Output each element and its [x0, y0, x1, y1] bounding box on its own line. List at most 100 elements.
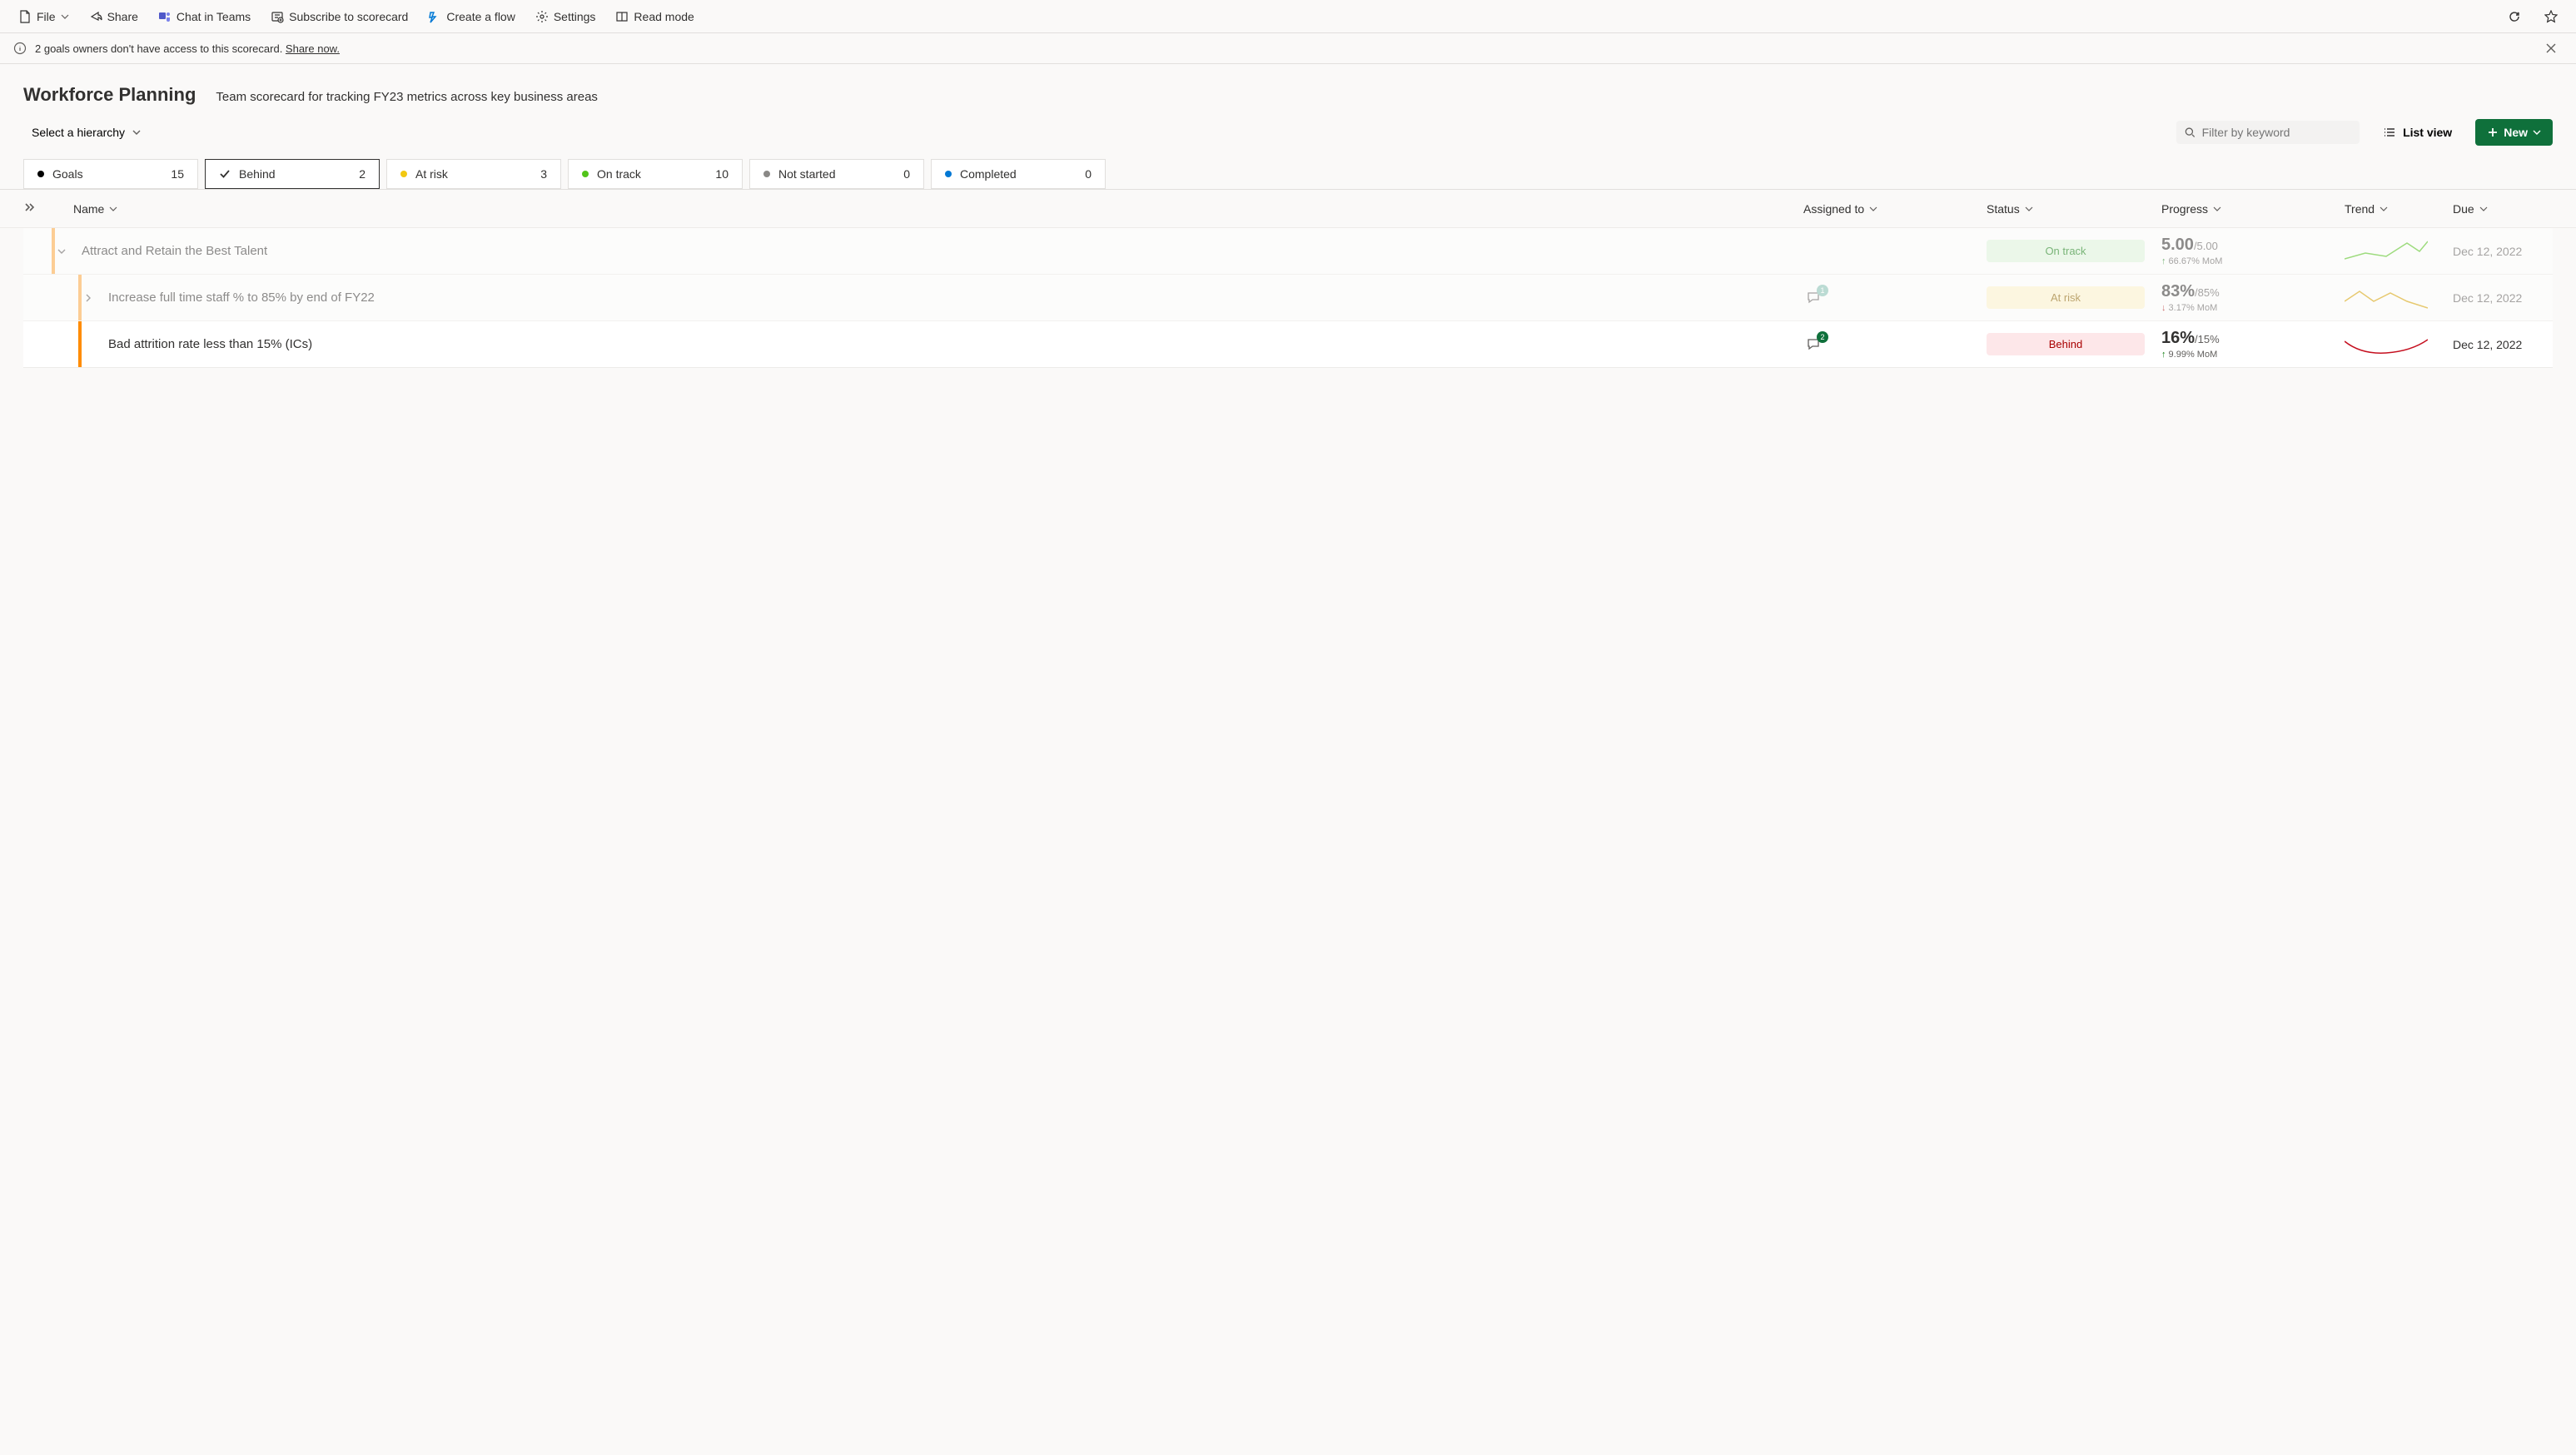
due-date: Dec 12, 2022 — [2453, 338, 2553, 351]
status-tab-at-risk[interactable]: At risk3 — [386, 159, 561, 189]
page-header: Workforce Planning Team scorecard for tr… — [0, 64, 2576, 152]
assigned-column-header[interactable]: Assigned to — [1803, 202, 1877, 216]
progress-value: 16% — [2161, 329, 2195, 347]
comment-badge[interactable]: 1 — [1803, 288, 1823, 308]
arrow-up-icon: ↑ — [2161, 256, 2166, 266]
status-cell: On track — [1987, 240, 2161, 262]
share-now-link[interactable]: Share now. — [286, 42, 340, 55]
page-title: Workforce Planning — [23, 84, 196, 106]
comment-badge[interactable]: 2 — [1803, 335, 1823, 355]
status-tab-on-track[interactable]: On track10 — [568, 159, 743, 189]
chevron-down-icon — [61, 12, 69, 21]
search-box[interactable] — [2176, 121, 2360, 144]
trend-column-header[interactable]: Trend — [2345, 202, 2388, 216]
tab-label: Completed — [960, 167, 1085, 181]
status-dot — [582, 171, 589, 177]
file-menu-button[interactable]: File — [10, 7, 77, 27]
goal-row[interactable]: Bad attrition rate less than 15% (ICs)2B… — [23, 321, 2553, 368]
progress-value: 5.00 — [2161, 236, 2194, 254]
arrow-down-icon: ↓ — [2161, 303, 2166, 313]
tab-label: On track — [597, 167, 715, 181]
progress-cell: 83%/85%↓ 3.17% MoM — [2161, 282, 2345, 313]
status-dot — [945, 171, 952, 177]
tab-label: Goals — [52, 167, 171, 181]
status-tab-behind[interactable]: Behind2 — [205, 159, 380, 189]
check-icon — [219, 168, 231, 180]
progress-target: /5.00 — [2194, 240, 2218, 252]
trend-sparkline — [2345, 331, 2453, 358]
status-pill: At risk — [1987, 286, 2145, 309]
progress-change: ↑ 66.67% MoM — [2161, 256, 2345, 266]
comment-count: 2 — [1817, 331, 1828, 343]
chevron-down-icon — [2533, 128, 2541, 137]
table-header: Name Assigned to Status Progress Trend D… — [0, 190, 2576, 228]
goal-row[interactable]: Attract and Retain the Best Talent On tra… — [23, 228, 2553, 275]
list-view-button[interactable]: List view — [2373, 119, 2462, 146]
read-mode-icon — [615, 10, 629, 23]
goal-name: Increase full time staff % to 85% by end… — [98, 281, 1803, 315]
goal-row[interactable]: Increase full time staff % to 85% by end… — [23, 275, 2553, 321]
assigned-cell: 1 — [1803, 288, 1987, 308]
tab-count: 10 — [715, 167, 729, 181]
status-tabs-container: Goals15Behind2At risk3On track10Not star… — [0, 152, 2576, 190]
info-message-bar: 2 goals owners don't have access to this… — [0, 33, 2576, 64]
refresh-icon — [2508, 10, 2521, 23]
assignee-placeholder — [1828, 339, 1970, 350]
tab-count: 2 — [359, 167, 366, 181]
status-pill: On track — [1987, 240, 2145, 262]
tab-label: At risk — [415, 167, 540, 181]
flow-icon — [428, 10, 441, 23]
status-cell: At risk — [1987, 286, 2161, 309]
dismiss-message-button[interactable] — [2539, 40, 2563, 57]
status-stripe — [78, 275, 82, 320]
tab-count: 0 — [1085, 167, 1092, 181]
chat-label: Chat in Teams — [177, 10, 251, 23]
name-column-header[interactable]: Name — [73, 202, 117, 216]
status-tabs: Goals15Behind2At risk3On track10Not star… — [23, 159, 2553, 189]
read-mode-button[interactable]: Read mode — [607, 7, 702, 27]
new-button[interactable]: New — [2475, 119, 2553, 146]
toolbar-left: File Share Chat in Teams Subscribe to sc… — [10, 7, 2499, 27]
chevron-down-icon — [2213, 205, 2221, 213]
chevron-down-icon — [109, 205, 117, 213]
teams-icon — [158, 10, 172, 23]
settings-button[interactable]: Settings — [527, 7, 604, 27]
new-label: New — [2504, 126, 2528, 139]
tab-label: Behind — [239, 167, 359, 181]
expand-all-button[interactable] — [23, 201, 35, 213]
chat-teams-button[interactable]: Chat in Teams — [150, 7, 259, 27]
readmode-label: Read mode — [634, 10, 694, 23]
share-button[interactable]: Share — [81, 7, 147, 27]
status-column-header[interactable]: Status — [1987, 202, 2033, 216]
progress-column-header[interactable]: Progress — [2161, 202, 2221, 216]
hierarchy-select[interactable]: Select a hierarchy — [23, 121, 150, 144]
status-cell: Behind — [1987, 333, 2161, 355]
status-tab-not-started[interactable]: Not started0 — [749, 159, 924, 189]
create-flow-button[interactable]: Create a flow — [420, 7, 523, 27]
due-column-header[interactable]: Due — [2453, 202, 2488, 216]
goal-name: Attract and Retain the Best Talent — [72, 234, 1803, 268]
plus-icon — [2487, 127, 2499, 138]
gear-icon — [535, 10, 549, 23]
chevron-down-icon — [2380, 205, 2388, 213]
tab-label: Not started — [778, 167, 903, 181]
assigned-cell: 2 — [1803, 335, 1987, 355]
progress-cell: 5.00/5.00 ↑ 66.67% MoM — [2161, 236, 2345, 266]
message-text: 2 goals owners don't have access to this… — [35, 42, 2539, 55]
search-icon — [2185, 127, 2196, 138]
progress-change: ↑ 9.99% MoM — [2161, 350, 2345, 360]
status-tab-goals[interactable]: Goals15 — [23, 159, 198, 189]
hierarchy-label: Select a hierarchy — [32, 126, 125, 139]
search-input[interactable] — [2202, 126, 2351, 139]
controls-row: Select a hierarchy List view New — [23, 119, 2553, 146]
chevron-down-icon — [57, 246, 67, 256]
assigned-cell — [1803, 246, 1987, 257]
favorite-button[interactable] — [2536, 7, 2566, 27]
trend-sparkline — [2345, 238, 2453, 265]
progress-change: ↓ 3.17% MoM — [2161, 303, 2345, 313]
refresh-button[interactable] — [2499, 7, 2529, 27]
flow-label: Create a flow — [446, 10, 515, 23]
page-subtitle: Team scorecard for tracking FY23 metrics… — [216, 90, 598, 104]
subscribe-button[interactable]: Subscribe to scorecard — [262, 7, 416, 27]
status-tab-completed[interactable]: Completed0 — [931, 159, 1106, 189]
